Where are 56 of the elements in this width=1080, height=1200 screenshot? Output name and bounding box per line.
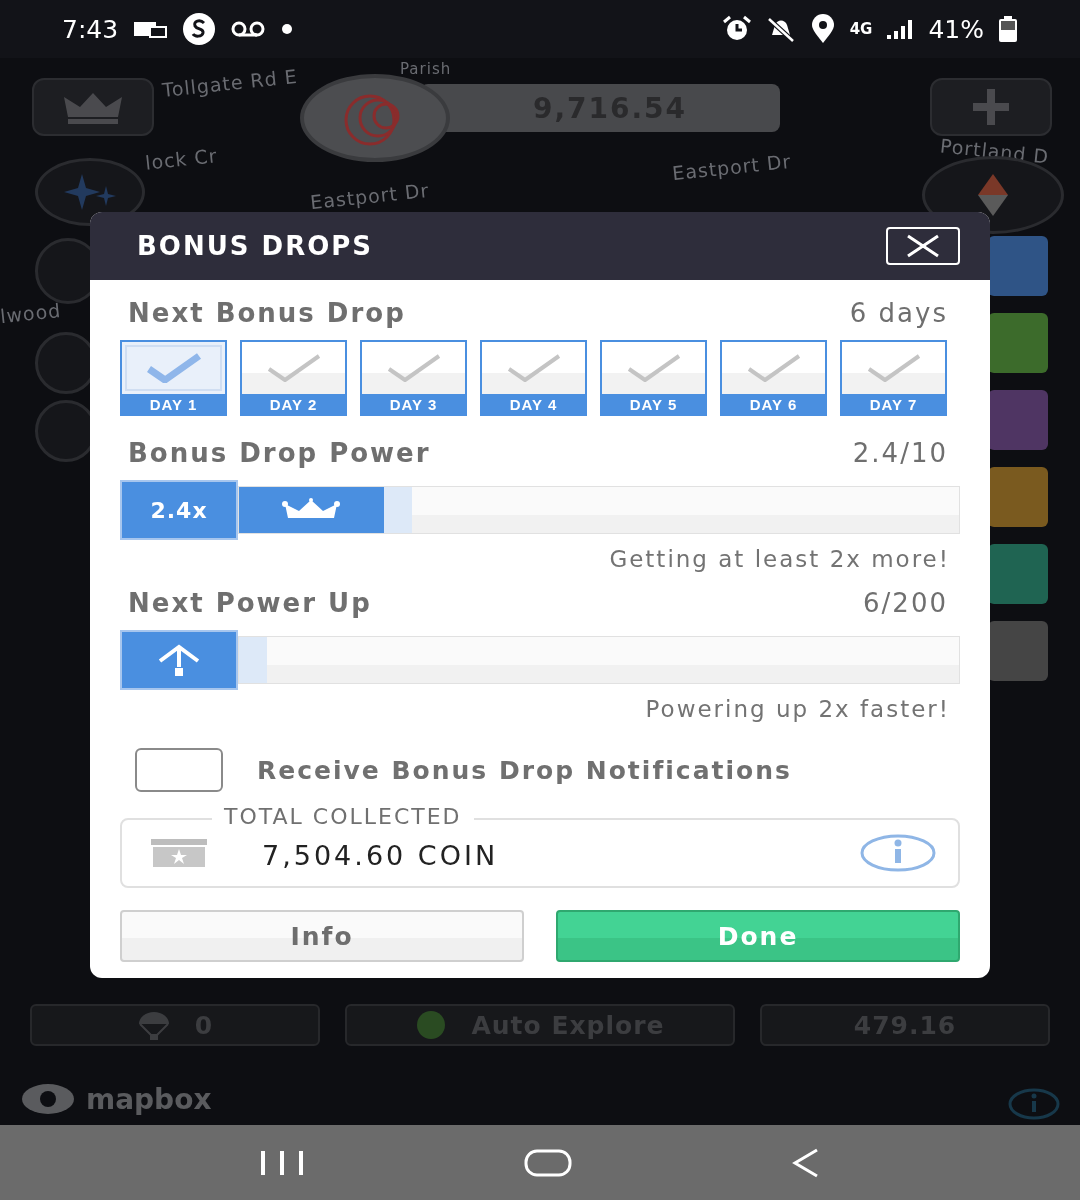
- street-label: Parish: [400, 60, 452, 78]
- total-amount: 7,504.60 COIN: [262, 839, 500, 871]
- coin-s-icon: [182, 12, 217, 46]
- checkmark-icon: [144, 353, 203, 383]
- info-button[interactable]: Info: [120, 910, 524, 962]
- hint-text: Powering up 2x faster!: [644, 696, 951, 722]
- side-button[interactable]: [988, 313, 1048, 373]
- map-attribution: mapbox: [86, 1082, 212, 1116]
- notification-checkbox[interactable]: [135, 748, 223, 792]
- plus-icon: [971, 87, 1011, 127]
- section-value: 2.4/10: [852, 438, 948, 468]
- side-button[interactable]: [988, 467, 1048, 527]
- section-value: 6/200: [863, 588, 948, 618]
- street-label: Tollgate Rd E: [161, 64, 299, 102]
- alarm-icon: [721, 15, 752, 43]
- signal-icon: [886, 18, 915, 40]
- done-button[interactable]: Done: [556, 910, 960, 962]
- side-button[interactable]: [988, 390, 1048, 450]
- battery-icon: [998, 15, 1018, 43]
- day-tile[interactable]: DAY 7: [840, 340, 947, 416]
- day-tile[interactable]: DAY 2: [240, 340, 347, 416]
- recents-icon: [259, 1148, 305, 1177]
- clock-time: 7:43: [62, 14, 119, 44]
- day-tile[interactable]: DAY 1: [120, 340, 227, 416]
- location-icon: [809, 14, 836, 44]
- dialog-title: BONUS DROPS: [137, 231, 374, 261]
- multiplier-badge: 2.4x: [120, 480, 238, 540]
- side-button[interactable]: [988, 544, 1048, 604]
- compass-icon: [976, 172, 1010, 218]
- side-button[interactable]: [988, 621, 1048, 681]
- dot-icon: [280, 22, 295, 36]
- street-label: Eastport Dr: [309, 178, 431, 214]
- section-label: Next Bonus Drop: [128, 298, 406, 328]
- section-value: 6 days: [849, 298, 948, 328]
- status-dot-icon: [415, 1009, 448, 1041]
- voicemail-icon: [230, 20, 267, 38]
- parachute-icon: [136, 1010, 171, 1040]
- mute-icon: [765, 15, 796, 43]
- street-label: lwood: [0, 298, 63, 328]
- section-label: Bonus Drop Power: [128, 438, 431, 468]
- street-label: Eastport Dr: [671, 149, 793, 185]
- day-tile[interactable]: DAY 5: [600, 340, 707, 416]
- street-label: lock Cr: [144, 144, 219, 174]
- day-tile[interactable]: DAY 6: [720, 340, 827, 416]
- battery-percent: 41%: [928, 14, 984, 44]
- day-tile[interactable]: DAY 3: [360, 340, 467, 416]
- close-icon: [905, 234, 941, 258]
- network-type: 4G: [849, 20, 873, 38]
- close-button[interactable]: [886, 227, 960, 265]
- chest-star-icon: [150, 838, 208, 868]
- arrow-up-icon: [156, 643, 202, 677]
- section-label: Next Power Up: [128, 588, 372, 618]
- checkbox-label: Receive Bonus Drop Notifications: [257, 755, 792, 785]
- home-icon: [523, 1147, 573, 1178]
- day-tile[interactable]: DAY 4: [480, 340, 587, 416]
- hint-text: Getting at least 2x more!: [608, 546, 951, 572]
